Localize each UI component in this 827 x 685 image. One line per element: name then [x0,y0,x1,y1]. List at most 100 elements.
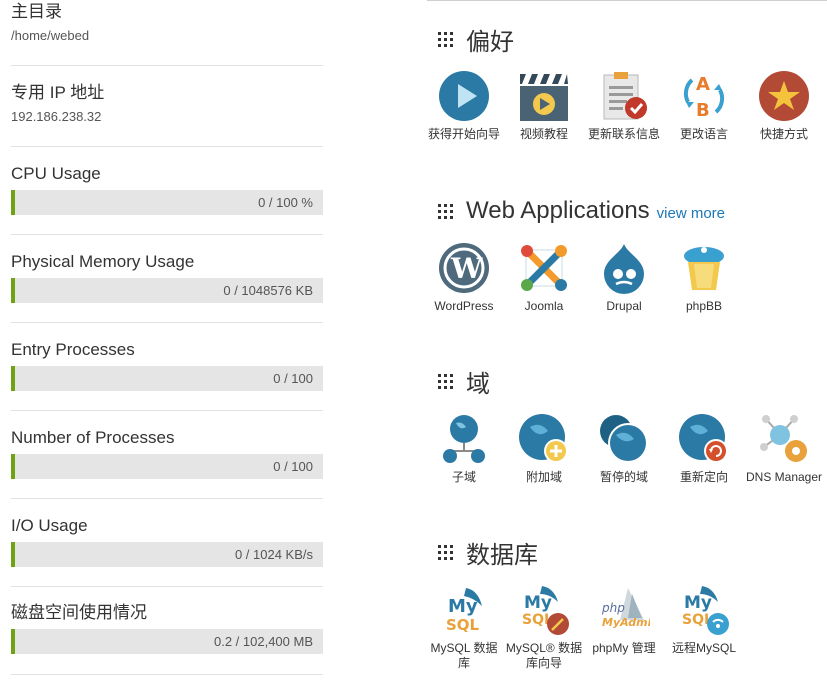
section-web-apps-header: Web Applications view more [438,196,725,226]
stat-title: I/O Usage [11,516,88,535]
tile-addon-domains[interactable]: 附加域 [504,413,584,485]
tile-label: Joomla [524,299,564,313]
usage-bar: 0 / 100 % [11,190,323,215]
drag-handle-icon[interactable] [438,203,454,219]
drupal-icon [604,244,644,294]
usage-bar-text: 0 / 100 [273,371,313,386]
svg-text:B: B [696,100,710,121]
contact-clipboard-icon [603,72,647,120]
usage-bar-text: 0 / 100 [273,459,313,474]
section-domains-header: 域 [438,366,490,398]
tile-update-contact[interactable]: 更新联系信息 [584,70,664,142]
tile-label: 获得开始向导 [427,127,500,141]
stat-cpu-usage: CPU Usage 0 / 100 % [11,164,323,215]
stat-value: /home/webed [11,28,90,43]
play-icon [439,71,489,121]
subdomain-icon [443,415,485,463]
tile-mysql-wizard[interactable]: My SQL MySQL® 数据 库向导 [504,584,584,671]
tile-dns-manager[interactable]: DNS Manager [744,413,824,485]
stat-dedicated-ip: 专用 IP 地址 192.186.238.32 [11,83,323,125]
stat-entry-processes: Entry Processes 0 / 100 [11,340,323,391]
tile-remote-mysql[interactable]: My SQL 远程MySQL [664,584,744,656]
tile-label: 更改语言 [679,127,728,141]
tile-label: phpBB [685,299,723,313]
stat-number-of-processes: Number of Processes 0 / 100 [11,428,323,479]
tile-label: WordPress [434,299,494,313]
svg-text:My: My [524,593,552,613]
section-preferences-header: 偏好 [438,24,514,56]
divider [11,234,323,235]
mysql-wizard-icon: My SQL [522,586,569,635]
star-icon [759,71,809,121]
wordpress-icon: W [439,243,489,293]
tile-wordpress[interactable]: W WordPress [424,242,504,314]
svg-text:php: php [601,601,625,615]
tile-label: 更新联系信息 [587,127,660,141]
tile-label-line2: 库 [457,656,470,670]
svg-text:MyAdmin: MyAdmin [602,616,650,629]
tile-label: 快捷方式 [759,127,808,141]
tile-subdomains[interactable]: 子域 [424,413,504,485]
tile-label: 附加域 [525,470,562,484]
tile-label: 子域 [451,470,476,484]
tile-drupal[interactable]: Drupal [584,242,664,314]
svg-text:SQL: SQL [446,616,480,634]
stat-title: 主目录 [11,2,62,21]
tile-parked-domains[interactable]: 暂停的域 [584,413,664,485]
remote-mysql-icon: My SQL [682,586,729,635]
dns-manager-icon [760,415,807,462]
tile-change-language[interactable]: A B 更改语言 [664,70,744,142]
svg-text:W: W [450,252,483,285]
parked-domain-icon [600,415,648,463]
tile-mysql-databases[interactable]: My SQL MySQL 数据 库 [424,584,504,671]
divider [11,65,323,66]
tile-video-tutorials[interactable]: 视频教程 [504,70,584,142]
view-more-link[interactable]: view more [657,205,725,222]
tile-label: 重新定向 [679,470,728,484]
section-title: 域 [466,370,490,398]
tile-label-line1: MySQL 数据 [430,641,498,655]
mysql-icon: My SQL [446,588,482,634]
section-title: Web Applications [466,197,650,224]
tile-label: 视频教程 [519,127,568,141]
tile-joomla[interactable]: Joomla [504,242,584,314]
tile-label-line1: phpMy 管理 [592,641,656,655]
tile-label-line2: 库向导 [525,656,562,670]
phpmyadmin-icon: php MyAdmin [601,588,650,629]
top-rule [427,0,827,1]
video-clapper-icon [520,74,568,121]
tile-phpmyadmin[interactable]: php MyAdmin phpMy 管理 [584,584,664,656]
language-ab-icon: A B [683,74,725,121]
divider [11,146,323,147]
stats-sidebar: 主目录 /home/webed 专用 IP 地址 192.186.238.32 … [0,0,330,685]
tile-label: DNS Manager [745,470,823,484]
usage-bar-text: 0.2 / 102,400 MB [213,634,313,649]
section-title: 偏好 [466,28,514,56]
divider [11,410,323,411]
section-title: 数据库 [466,541,538,569]
section-databases-header: 数据库 [438,537,538,569]
divider [11,586,323,587]
stat-title: Physical Memory Usage [11,252,195,271]
usage-bar: 0.2 / 102,400 MB [11,629,323,654]
divider [11,498,323,499]
tile-getting-started[interactable]: 获得开始向导 [424,70,504,142]
usage-bar-text: 0 / 100 % [258,195,313,210]
stat-physical-memory: Physical Memory Usage 0 / 1048576 KB [11,252,323,303]
stat-io-usage: I/O Usage 0 / 1024 KB/s [11,516,323,567]
svg-text:A: A [696,74,710,95]
tile-redirects[interactable]: 重新定向 [664,413,744,485]
stat-title: CPU Usage [11,164,101,183]
tile-shortcuts[interactable]: 快捷方式 [744,70,824,142]
svg-text:My: My [448,596,478,617]
usage-bar: 0 / 100 [11,366,323,391]
svg-text:My: My [684,593,712,613]
stat-home-directory: 主目录 /home/webed [11,2,323,44]
divider [11,322,323,323]
drag-handle-icon[interactable] [438,544,454,560]
tile-phpbb[interactable]: phpBB [664,242,744,314]
phpbb-icon [684,247,724,290]
usage-bar: 0 / 1048576 KB [11,278,323,303]
drag-handle-icon[interactable] [438,31,454,47]
drag-handle-icon[interactable] [438,373,454,389]
